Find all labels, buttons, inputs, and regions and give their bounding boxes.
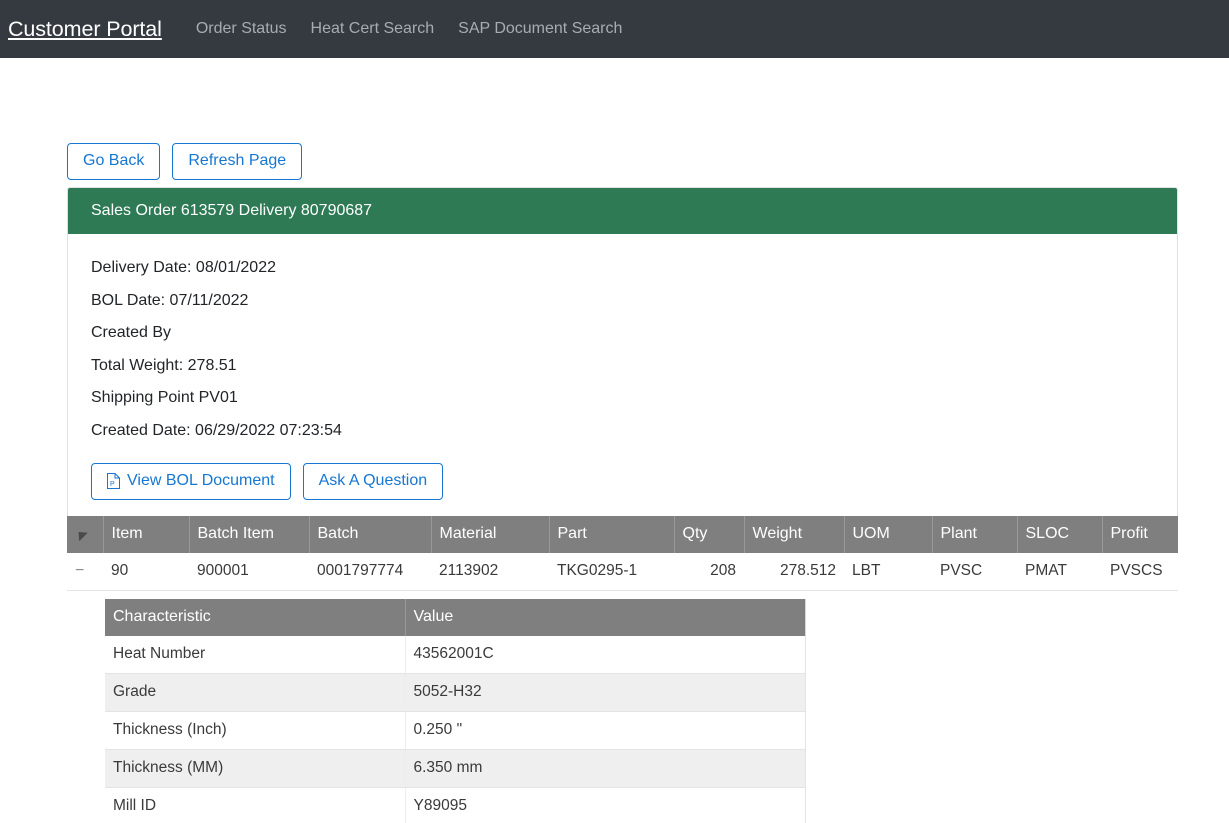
grid-col-batch-item[interactable]: Batch Item: [189, 516, 310, 553]
list-item: Thickness (Inch) 0.250 ": [105, 711, 806, 750]
grid-col-batch[interactable]: Batch: [309, 516, 432, 553]
grid-col-qty[interactable]: Qty: [674, 516, 745, 553]
cell-batch-item: 900001: [189, 553, 309, 591]
chars-name-heat-number: Heat Number: [105, 636, 406, 674]
list-item: Grade 5052-H32: [105, 673, 806, 712]
detail-row: Characteristic Value Heat Number 4356200…: [67, 590, 1178, 823]
cell-profit: PVSCS: [1102, 553, 1178, 591]
refresh-page-button[interactable]: Refresh Page: [172, 143, 303, 181]
list-item: Thickness (MM) 6.350 mm: [105, 749, 806, 788]
delivery-summary-card: Sales Order 613579 Delivery 80790687 Del…: [67, 187, 1178, 519]
grid-col-material[interactable]: Material: [431, 516, 550, 553]
view-bol-document-button[interactable]: P View BOL Document: [91, 462, 291, 500]
line-items-grid-container: Item Batch Item Batch Material Part Qty …: [67, 516, 1178, 823]
line-items-grid-scroll[interactable]: Item Batch Item Batch Material Part Qty …: [67, 516, 1178, 823]
list-item: Heat Number 43562001C: [105, 636, 806, 674]
chars-col-characteristic[interactable]: Characteristic: [105, 599, 406, 636]
cell-material: 2113902: [431, 553, 549, 591]
cell-item: 90: [103, 553, 189, 591]
navbar-brand[interactable]: Customer Portal: [8, 17, 184, 42]
pdf-file-icon: P: [107, 472, 120, 489]
minus-expanded-icon[interactable]: −: [75, 563, 84, 579]
grid-col-profit[interactable]: Profit: [1102, 516, 1178, 553]
chars-name-thickness-inch: Thickness (Inch): [105, 711, 406, 750]
card-action-buttons: P View BOL Document Ask A Question: [91, 462, 1177, 500]
cell-qty: 208: [674, 553, 744, 591]
nav-link-order-status[interactable]: Order Status: [184, 20, 299, 38]
chars-value-grade: 5052-H32: [405, 673, 806, 712]
cell-uom: LBT: [844, 553, 932, 591]
chars-name-mill-id: Mill ID: [105, 787, 406, 823]
chars-value-mill-id: Y89095: [405, 787, 806, 823]
detail-row-cell: Characteristic Value Heat Number 4356200…: [67, 590, 1178, 823]
top-navbar: Customer Portal Order Status Heat Cert S…: [0, 0, 1229, 58]
line-items-grid: Item Batch Item Batch Material Part Qty …: [67, 516, 1178, 823]
detail-created-date: Created Date: 06/29/2022 07:23:54: [91, 421, 342, 439]
nav-link-heat-cert-search[interactable]: Heat Cert Search: [299, 20, 447, 38]
detail-total-weight: Total Weight: 278.51: [91, 356, 237, 374]
card-body: Delivery Date: 08/01/2022 BOL Date: 07/1…: [68, 234, 1177, 518]
ask-a-question-button[interactable]: Ask A Question: [302, 462, 444, 500]
detail-created-by: Created By: [91, 324, 172, 342]
characteristics-table: Characteristic Value Heat Number 4356200…: [105, 599, 806, 823]
cell-batch: 0001797774: [309, 553, 431, 591]
characteristics-panel: Characteristic Value Heat Number 4356200…: [67, 591, 1178, 823]
grid-col-part[interactable]: Part: [549, 516, 675, 553]
row-expand-cell[interactable]: −: [67, 553, 103, 591]
cell-weight: 278.512: [744, 553, 844, 591]
triangle-collapse-icon[interactable]: [74, 527, 88, 542]
grid-collapse-all-cell[interactable]: [67, 516, 104, 553]
cell-part: TKG0295-1: [549, 553, 674, 591]
cell-plant: PVSC: [932, 553, 1017, 591]
chars-value-thickness-mm: 6.350 mm: [405, 749, 806, 788]
chars-name-grade: Grade: [105, 673, 406, 712]
chars-name-thickness-mm: Thickness (MM): [105, 749, 406, 788]
chars-col-value[interactable]: Value: [405, 599, 806, 636]
grid-col-item[interactable]: Item: [103, 516, 190, 553]
detail-delivery-date: Delivery Date: 08/01/2022: [91, 259, 276, 276]
page-toolbar: Go Back Refresh Page: [67, 143, 303, 181]
cell-sloc: PMAT: [1017, 553, 1102, 591]
chars-value-thickness-inch: 0.250 ": [405, 711, 806, 750]
list-item: Mill ID Y89095: [105, 787, 806, 823]
grid-col-uom[interactable]: UOM: [844, 516, 933, 553]
navbar-links: Order Status Heat Cert Search SAP Docume…: [184, 20, 635, 38]
characteristics-header-row: Characteristic Value: [105, 599, 806, 636]
nav-link-sap-document-search[interactable]: SAP Document Search: [446, 20, 634, 38]
go-back-button[interactable]: Go Back: [67, 143, 161, 181]
chars-value-heat-number: 43562001C: [405, 636, 806, 674]
grid-col-weight[interactable]: Weight: [744, 516, 845, 553]
card-header-title: Sales Order 613579 Delivery 80790687: [68, 188, 1177, 234]
detail-bol-date: BOL Date: 07/11/2022: [91, 291, 249, 309]
grid-col-plant[interactable]: Plant: [932, 516, 1018, 553]
table-row[interactable]: − 90 900001 0001797774 2113902 TKG0295-1…: [67, 553, 1178, 591]
detail-shipping-point: Shipping Point PV01: [91, 389, 238, 407]
grid-col-sloc[interactable]: SLOC: [1017, 516, 1103, 553]
page-content: Go Back Refresh Page Sales Order 613579 …: [0, 58, 1229, 823]
view-bol-document-label: View BOL Document: [127, 471, 275, 489]
grid-header-row: Item Batch Item Batch Material Part Qty …: [67, 516, 1178, 553]
svg-text:P: P: [110, 481, 115, 488]
